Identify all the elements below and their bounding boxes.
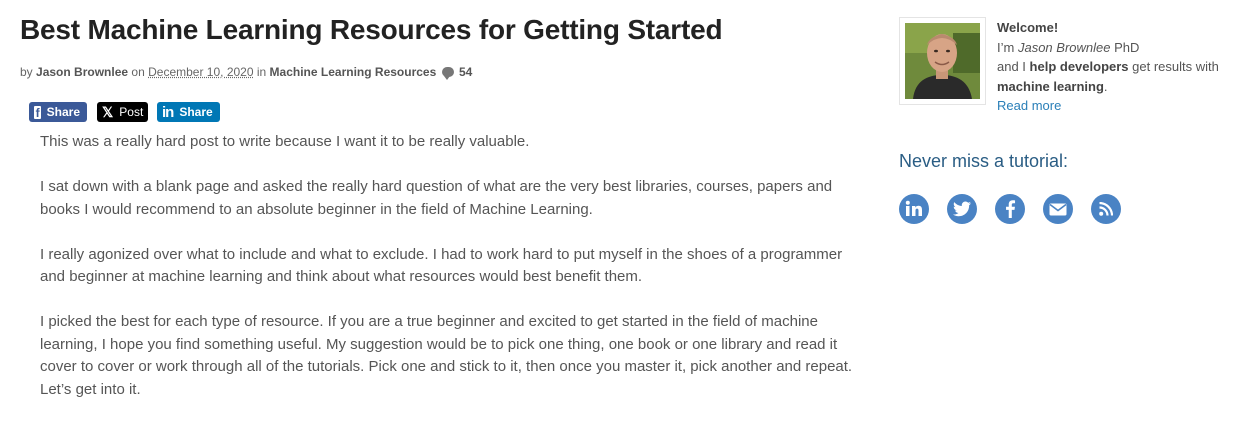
- byline-on: on: [131, 65, 145, 79]
- email-icon[interactable]: [1043, 194, 1073, 224]
- twitter-icon[interactable]: [947, 194, 977, 224]
- paragraph: I really agonized over what to include a…: [40, 245, 843, 286]
- x-post-button[interactable]: 𝕏 Post: [97, 102, 148, 122]
- welcome-line-3: machine learning.: [997, 77, 1237, 97]
- facebook-share-button[interactable]: f Share: [29, 102, 87, 122]
- linkedin-share-button[interactable]: in Share: [157, 102, 220, 122]
- welcome-line-1: I’m Jason Brownlee PhD: [997, 38, 1237, 58]
- byline: by Jason Brownlee on December 10, 2020 i…: [20, 65, 472, 80]
- linkedin-share-label: Share: [179, 105, 213, 119]
- linkedin-icon: in: [162, 103, 174, 121]
- facebook-icon[interactable]: [995, 194, 1025, 224]
- linkedin-icon[interactable]: [899, 194, 929, 224]
- welcome-im: I’m: [997, 39, 1015, 55]
- welcome-line-2: and I help developers get results with: [997, 57, 1237, 77]
- comment-count[interactable]: 54: [459, 65, 472, 79]
- facebook-share-label: Share: [46, 105, 80, 119]
- article-body: This was a really hard post to write bec…: [40, 131, 870, 424]
- author-photo-frame: [899, 17, 986, 105]
- byline-in: in: [256, 65, 267, 79]
- never-miss-heading: Never miss a tutorial:: [899, 151, 1069, 171]
- byline-by: by: [20, 65, 33, 79]
- paragraph: This was a really hard post to write bec…: [40, 133, 530, 150]
- post-date: December 10, 2020: [148, 65, 254, 79]
- paragraph: I picked the best for each type of resou…: [40, 313, 853, 398]
- x-post-label: Post: [119, 105, 144, 119]
- welcome-suffix: PhD: [1114, 39, 1140, 55]
- x-icon: 𝕏: [102, 103, 114, 120]
- rss-icon[interactable]: [1091, 194, 1121, 224]
- facebook-icon: f: [34, 105, 41, 120]
- read-more-link[interactable]: Read more: [997, 96, 1237, 116]
- welcome-help: help developers: [1029, 59, 1129, 74]
- author-link[interactable]: Jason Brownlee: [36, 65, 128, 79]
- welcome-heading: Welcome!: [997, 20, 1059, 35]
- welcome-name: Jason Brownlee: [1017, 39, 1111, 55]
- paragraph: I sat down with a blank page and asked t…: [40, 178, 833, 218]
- category-link[interactable]: Machine Learning Resources: [270, 65, 437, 79]
- page-title: Best Machine Learning Resources for Gett…: [20, 14, 723, 45]
- welcome-ml: machine learning: [997, 78, 1104, 94]
- welcome-and-i: and I: [997, 59, 1026, 74]
- welcome-period: .: [1103, 78, 1108, 94]
- comment-icon[interactable]: [441, 67, 454, 80]
- welcome-text: Welcome! I’m Jason Brownlee PhD and I he…: [997, 18, 1237, 116]
- welcome-get-results: get results with: [1132, 59, 1219, 74]
- avatar: [905, 23, 980, 99]
